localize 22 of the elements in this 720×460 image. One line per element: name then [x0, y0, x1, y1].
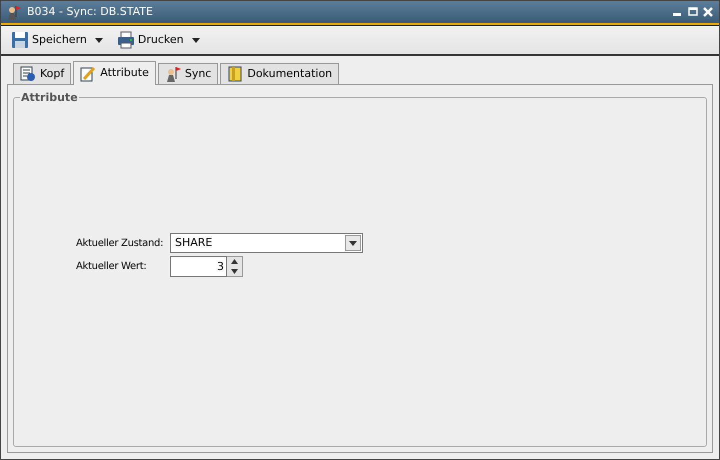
- info-document-icon: [20, 66, 36, 82]
- printer-icon: [116, 31, 135, 49]
- state-dropdown[interactable]: SHARE: [170, 233, 363, 253]
- tab[interactable]: Attribute: [73, 61, 156, 85]
- book-icon: [227, 66, 244, 82]
- close-icon[interactable]: [703, 7, 713, 17]
- print-button[interactable]: Drucken: [114, 29, 186, 51]
- tab[interactable]: Kopf: [13, 63, 72, 84]
- floppy-icon: [11, 31, 29, 49]
- save-button[interactable]: Speichern: [9, 29, 89, 51]
- person-flag-icon: [164, 66, 181, 82]
- tab[interactable]: Sync: [158, 63, 218, 84]
- caret-icon[interactable]: [192, 38, 200, 42]
- maximize-icon[interactable]: [688, 7, 698, 17]
- caret-icon[interactable]: [94, 38, 103, 42]
- app-icon: [7, 4, 21, 20]
- pencil-document-icon: [80, 66, 96, 82]
- field-label: Aktueller Wert:: [76, 260, 148, 274]
- value-spinner[interactable]: 3: [170, 256, 227, 276]
- tab[interactable]: Dokumentation: [220, 63, 340, 84]
- window-title: B034 - Sync: DB.STATE: [27, 4, 153, 20]
- field-label: Aktueller Zustand:: [76, 236, 164, 250]
